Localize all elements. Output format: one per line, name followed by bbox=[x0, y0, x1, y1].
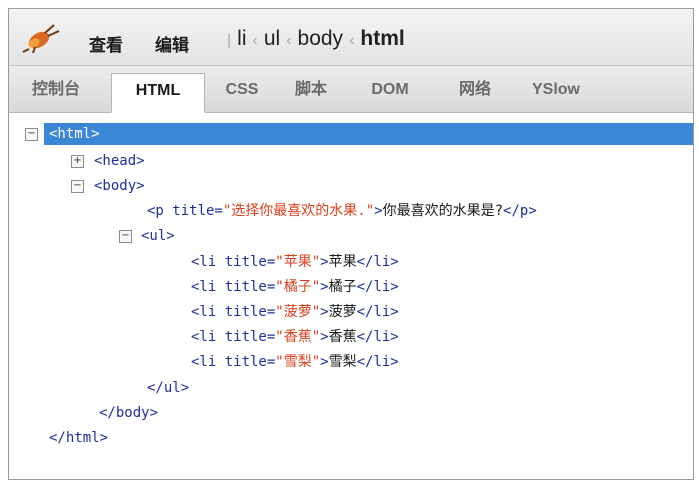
tree-node-li[interactable]: <li title="雪梨">雪梨</li> bbox=[191, 351, 399, 373]
tree-node-ul[interactable]: <ul> bbox=[141, 225, 175, 247]
collapse-icon[interactable]: − bbox=[71, 180, 84, 193]
breadcrumb-separator: ‹ bbox=[286, 32, 292, 49]
tree-node-ul-close: </ul> bbox=[147, 380, 190, 396]
breadcrumb-separator: | bbox=[227, 32, 232, 49]
breadcrumb-separator: ‹ bbox=[349, 32, 355, 49]
tab-net[interactable]: 网络 bbox=[449, 74, 501, 106]
breadcrumb-separator: ‹ bbox=[252, 32, 258, 49]
tree-node-html[interactable]: <html> bbox=[49, 123, 100, 145]
menu-edit[interactable]: 编辑 bbox=[155, 31, 189, 56]
tab-bar: 控制台 HTML CSS 脚本 DOM 网络 YSlow bbox=[9, 66, 693, 113]
tree-node-head[interactable]: <head> bbox=[94, 150, 145, 172]
firebug-panel: 查看 编辑 | li ‹ ul ‹ body ‹ html 控制台 HTML CSS 脚本 D… bbox=[8, 8, 694, 480]
tab-console[interactable]: 控制台 bbox=[23, 74, 89, 106]
collapse-icon[interactable]: − bbox=[119, 230, 132, 243]
tab-html[interactable]: HTML bbox=[111, 73, 205, 113]
collapse-icon[interactable]: − bbox=[25, 128, 38, 141]
tab-dom[interactable]: DOM bbox=[359, 74, 421, 106]
breadcrumb-li[interactable]: li bbox=[237, 27, 246, 50]
tree-node-p[interactable]: <p title="选择你最喜欢的水果.">你最喜欢的水果是?</p> bbox=[147, 200, 537, 222]
tab-css[interactable]: CSS bbox=[217, 74, 267, 106]
breadcrumb-ul[interactable]: ul bbox=[264, 27, 280, 50]
tree-node-li[interactable]: <li title="橘子">橘子</li> bbox=[191, 276, 399, 298]
tree-node-li[interactable]: <li title="香蕉">香蕉</li> bbox=[191, 326, 399, 348]
tree-node-body-close: </body> bbox=[99, 405, 159, 421]
menu-view[interactable]: 查看 bbox=[89, 31, 123, 56]
toolbar: 查看 编辑 | li ‹ ul ‹ body ‹ html bbox=[9, 9, 693, 66]
tree-node-li[interactable]: <li title="菠萝">菠萝</li> bbox=[191, 301, 399, 323]
selected-node-highlight bbox=[44, 123, 693, 145]
tab-script[interactable]: 脚本 bbox=[283, 74, 339, 106]
breadcrumb: | li ‹ ul ‹ body ‹ html bbox=[221, 27, 405, 51]
breadcrumb-body[interactable]: body bbox=[298, 27, 344, 50]
tab-yslow[interactable]: YSlow bbox=[517, 74, 595, 106]
expand-icon[interactable]: + bbox=[71, 155, 84, 168]
tree-node-li[interactable]: <li title="苹果">苹果</li> bbox=[191, 251, 399, 273]
tree-node-body[interactable]: <body> bbox=[94, 175, 145, 197]
tree-node-html-close: </html> bbox=[49, 430, 109, 446]
breadcrumb-html[interactable]: html bbox=[360, 27, 404, 50]
bug-icon[interactable] bbox=[21, 23, 61, 53]
html-tree: − <html> + <head> − <body> <p title="选择你… bbox=[9, 113, 693, 479]
